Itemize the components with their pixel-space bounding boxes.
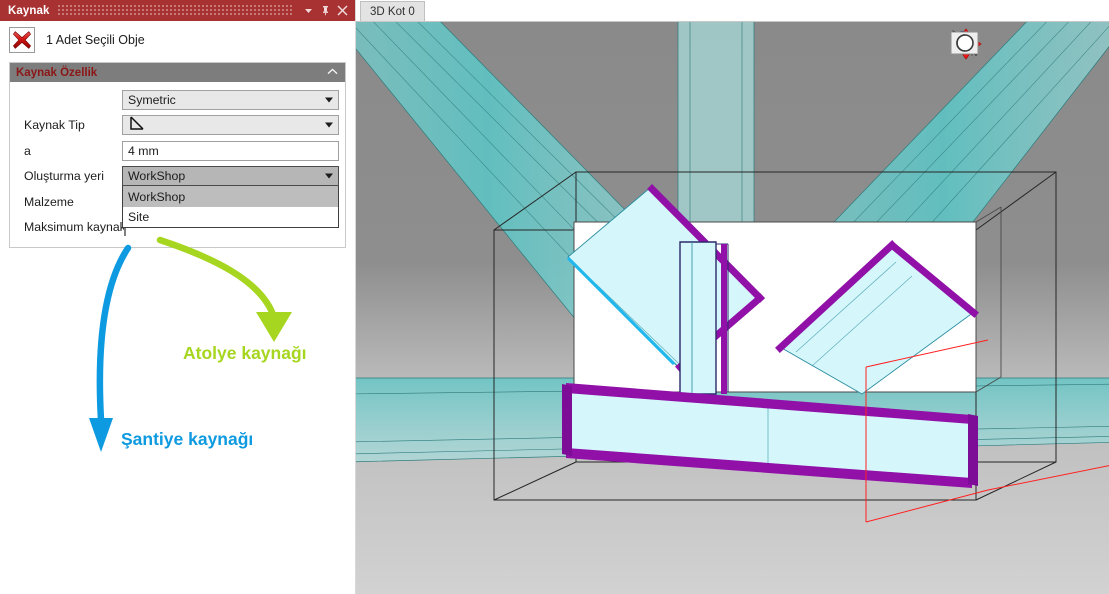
chevron-down-icon bbox=[325, 97, 333, 102]
chevron-up-icon[interactable] bbox=[327, 68, 338, 78]
symmetry-combo-value: Symetric bbox=[128, 93, 176, 107]
tab-label: 3D Kot 0 bbox=[370, 6, 415, 18]
pan-move-icon[interactable] bbox=[1032, 28, 1068, 64]
chevron-down-icon bbox=[325, 123, 333, 128]
model-3d-scene bbox=[356, 22, 1109, 594]
tab-3d-kot-0[interactable]: 3D Kot 0 bbox=[360, 1, 425, 21]
weld-type-combo[interactable] bbox=[122, 115, 339, 135]
creation-place-combo[interactable]: WorkShop bbox=[122, 166, 339, 186]
weld-type-label: Kaynak Tip bbox=[12, 118, 122, 132]
workshop-arrow-path bbox=[160, 240, 272, 312]
viewport-area: 3D Kot 0 bbox=[356, 0, 1109, 594]
close-icon[interactable] bbox=[334, 2, 351, 20]
pin-icon[interactable] bbox=[317, 2, 334, 20]
group-body: Symetric Kaynak Tip bbox=[10, 82, 345, 247]
symmetry-combo[interactable]: Symetric bbox=[122, 90, 339, 110]
dropdown-option-label: Site bbox=[128, 210, 149, 224]
form-row-creation-place: Oluşturma yeri WorkShop WorkShop Site bbox=[12, 164, 339, 190]
group-header-label: Kaynak Özellik bbox=[16, 67, 97, 79]
weld-thickness-value: 4 mm bbox=[128, 144, 159, 158]
creation-place-dropdown-list: WorkShop Site bbox=[122, 186, 339, 228]
max-weld-label: Maksimum kaynak bbox=[12, 220, 122, 234]
application-window: Kaynak bbox=[0, 0, 1109, 594]
weld-thickness-label: a bbox=[12, 144, 122, 158]
material-label: Malzeme bbox=[12, 195, 122, 209]
creation-place-label: Oluşturma yeri bbox=[12, 169, 122, 183]
tabstrip: 3D Kot 0 bbox=[356, 0, 1109, 22]
fillet-weld-triangle-icon bbox=[129, 116, 145, 134]
menu-dropdown-icon[interactable] bbox=[300, 2, 317, 20]
panel-titlebar: Kaynak bbox=[0, 0, 355, 21]
chevron-down-icon bbox=[325, 174, 333, 179]
site-arrow-path bbox=[100, 248, 128, 420]
viewport-toolbar bbox=[950, 28, 1109, 64]
model-viewport[interactable] bbox=[356, 22, 1109, 594]
creation-place-combo-value: WorkShop bbox=[128, 169, 185, 183]
weld-line bbox=[562, 384, 572, 456]
weld-properties-panel: Kaynak bbox=[0, 0, 356, 594]
panel-title: Kaynak bbox=[8, 5, 50, 17]
site-annotation-label: Şantiye kaynağı bbox=[121, 429, 253, 450]
weld-line bbox=[968, 414, 978, 486]
dropdown-option-workshop[interactable]: WorkShop bbox=[123, 186, 338, 207]
form-row-weld-type: Kaynak Tip bbox=[12, 113, 339, 139]
weld-thickness-field[interactable]: 4 mm bbox=[122, 141, 339, 161]
selection-label: 1 Adet Seçili Obje bbox=[46, 33, 145, 47]
orbit-circle-icon[interactable] bbox=[1073, 28, 1109, 64]
titlebar-drag-handle[interactable] bbox=[58, 5, 292, 16]
workshop-arrow-head bbox=[256, 312, 292, 342]
form-row-symmetry: Symetric bbox=[12, 87, 339, 113]
rotate-icon[interactable] bbox=[991, 28, 1027, 64]
dropdown-option-label: WorkShop bbox=[128, 190, 185, 204]
workshop-annotation-label: Atolye kaynağı bbox=[183, 343, 307, 364]
weld-property-group: Kaynak Özellik Symetric bbox=[9, 62, 346, 248]
selection-row: 1 Adet Seçili Obje bbox=[0, 21, 355, 59]
site-arrow-head bbox=[89, 418, 113, 452]
red-x-icon[interactable] bbox=[9, 27, 35, 53]
dropdown-option-site[interactable]: Site bbox=[123, 207, 338, 228]
form-row-weld-thickness: a 4 mm bbox=[12, 138, 339, 164]
group-header[interactable]: Kaynak Özellik bbox=[10, 63, 345, 82]
